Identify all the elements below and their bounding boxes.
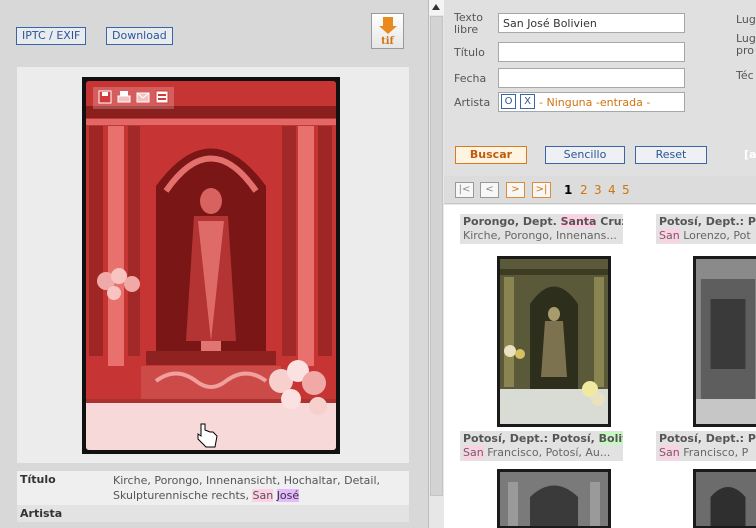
right-label-procedencia: pro [736,44,754,57]
titulo-input[interactable] [498,42,685,62]
right-label-lugar: Lug [736,13,756,26]
image-actions-bar [93,87,174,109]
tif-label: tif [381,36,394,47]
result-card[interactable]: Porongo, Dept. Santa Cruz Kirche, Porong… [460,214,623,427]
page-link-4[interactable]: 4 [608,183,616,197]
search-form: Texto libre Título Fecha Artista O X - N… [444,0,756,176]
result-subtitle: Kirche, Porongo, Innenans... [460,229,623,244]
result-title: Potosí, Dept.: Po [656,214,756,229]
page-link-3[interactable]: 3 [594,183,602,197]
sencillo-button[interactable]: Sencillo [545,146,625,164]
print-icon[interactable] [116,89,132,105]
result-thumbnail[interactable] [693,256,756,427]
result-card[interactable]: Potosí, Dept.: Po San Francisco, P [656,431,756,528]
artista-x-button[interactable]: X [520,94,535,109]
scroll-up-arrow-icon[interactable] [429,0,444,15]
iptc-exif-button[interactable]: IPTC / EXIF [16,27,87,45]
download-arrowhead-icon [379,26,397,34]
pagination-bar: |< < > >| 1 2 3 4 5 [444,176,756,204]
artista-value: - Ninguna -entrada - [539,96,651,109]
page-link-5[interactable]: 5 [622,183,630,197]
texto-libre-input[interactable] [498,13,685,33]
image-preview-area [17,67,409,463]
result-thumbnail[interactable] [693,469,756,528]
fecha-input[interactable] [498,68,685,88]
label-titulo: Título [454,46,485,59]
tif-download-button[interactable]: tif [371,13,404,49]
results-grid: Porongo, Dept. Santa Cruz Kirche, Porong… [444,205,756,528]
main-photo-image [86,81,336,450]
result-subtitle: San Lorenzo, Pot [656,229,756,244]
image-metadata: Título Kirche, Porongo, Innenansicht, Ho… [17,471,409,522]
download-arrow-icon [383,17,393,26]
label-fecha: Fecha [454,72,487,85]
image-detail-pane: IPTC / EXIF Download tif Título Kirche, … [0,0,428,528]
reset-button[interactable]: Reset [635,146,707,164]
metadata-row-artista: Artista [17,505,409,522]
altar-photo-graphic [86,81,336,450]
save-icon[interactable] [97,89,113,105]
email-icon[interactable] [135,89,151,105]
label-artista: Artista [454,96,491,109]
metadata-label-artista: Artista [20,507,63,520]
result-title: Potosí, Dept.: Po [656,431,756,446]
search-pane: Texto libre Título Fecha Artista O X - N… [444,0,756,528]
next-page-button[interactable]: > [506,182,525,198]
result-subtitle: San Francisco, Potosí, Au... [460,446,623,461]
right-label-tecnica: Téc [736,69,754,82]
result-thumbnail[interactable] [497,256,611,427]
download-button[interactable]: Download [106,27,173,45]
last-page-button[interactable]: >| [532,182,551,198]
result-subtitle: San Francisco, P [656,446,756,461]
page-link-2[interactable]: 2 [580,183,588,197]
first-page-button[interactable]: |< [455,182,474,198]
metadata-row-titulo: Título Kirche, Porongo, Innenansicht, Ho… [17,471,409,505]
result-card[interactable]: Potosí, Dept.: Po San Lorenzo, Pot [656,214,756,427]
metadata-value-titulo: Kirche, Porongo, Innenansicht, Hochaltar… [113,474,381,502]
prev-page-button[interactable]: < [480,182,499,198]
result-card[interactable]: Potosí, Dept.: Potosí, Boliv San Francis… [460,431,623,528]
lightbox-icon[interactable] [154,89,170,105]
artista-o-button[interactable]: O [501,94,516,109]
metadata-label-titulo: Título [20,473,56,486]
result-title: Porongo, Dept. Santa Cruz [460,214,623,229]
vertical-scrollbar[interactable] [428,0,444,528]
result-thumbnail[interactable] [497,469,611,528]
buscar-button[interactable]: Buscar [455,146,527,164]
main-photo[interactable] [82,77,340,454]
advanced-link[interactable]: [a [744,148,756,161]
result-title: Potosí, Dept.: Potosí, Boliv [460,431,623,446]
label-texto-libre: Texto libre [454,11,483,36]
current-page: 1 [564,183,573,197]
scroll-thumb[interactable] [430,16,443,496]
